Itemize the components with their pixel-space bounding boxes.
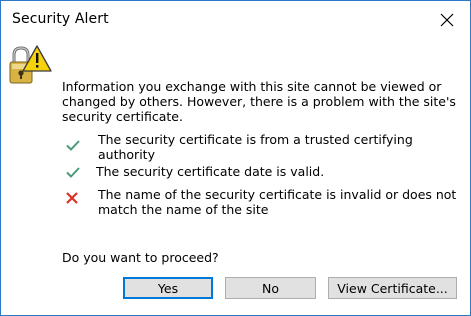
- view-certificate-button[interactable]: View Certificate...: [328, 277, 457, 299]
- no-button[interactable]: No: [225, 277, 316, 299]
- alert-message: Information you exchange with this site …: [62, 79, 456, 124]
- close-button[interactable]: [424, 1, 470, 39]
- red-x-icon: [66, 192, 78, 204]
- green-check-icon: [66, 167, 80, 178]
- check-item-name-invalid: The name of the security certificate is …: [98, 187, 457, 217]
- check-item-trusted-authority: The security certificate is from a trust…: [98, 132, 413, 162]
- proceed-question: Do you want to proceed?: [62, 250, 219, 265]
- green-check-icon: [66, 140, 80, 151]
- dialog-content: Information you exchange with this site …: [1, 41, 470, 315]
- security-alert-dialog: Security Alert Information you exchange …: [0, 0, 471, 316]
- title-bar: Security Alert: [1, 1, 470, 41]
- lock-warning-icon: [9, 45, 52, 84]
- yes-button[interactable]: Yes: [123, 277, 213, 299]
- dialog-title: Security Alert: [12, 11, 109, 27]
- close-icon: [440, 13, 454, 27]
- check-item-date-valid: The security certificate date is valid.: [96, 164, 325, 179]
